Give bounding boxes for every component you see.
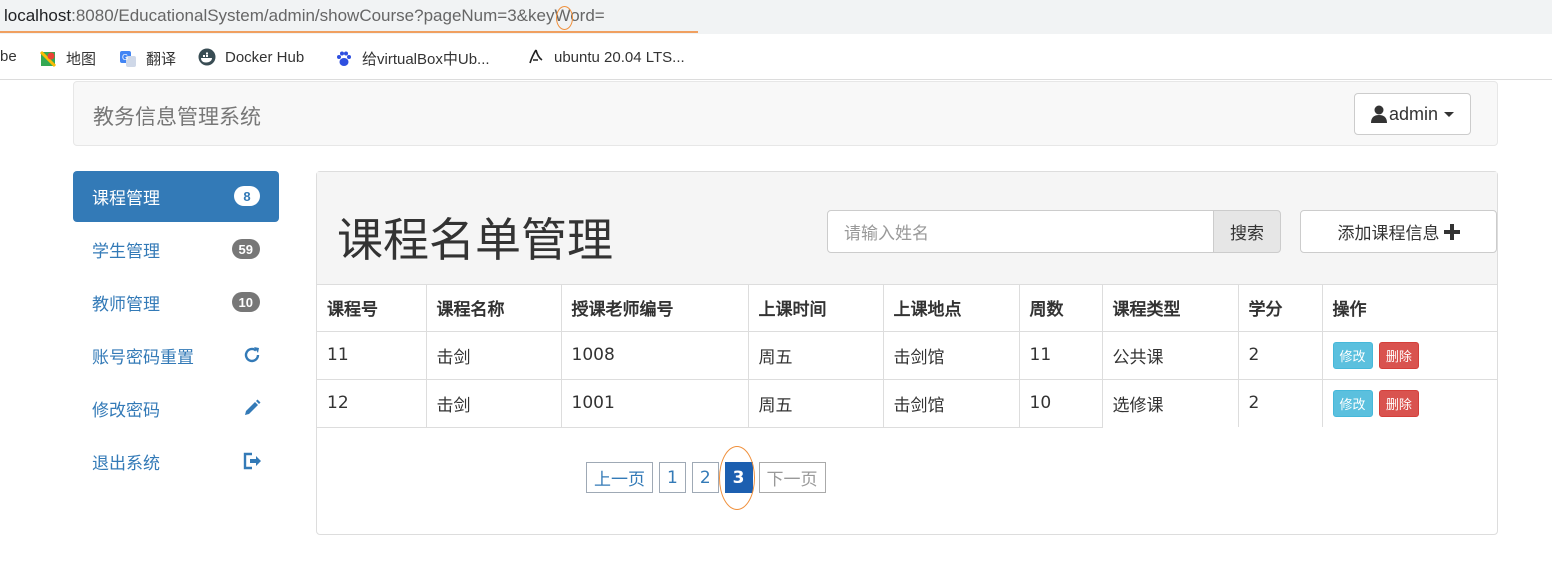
logout-icon bbox=[243, 452, 261, 470]
page-button-2[interactable]: 2 bbox=[691, 462, 719, 493]
bookmark-label: ubuntu 20.04 LTS... bbox=[554, 48, 685, 66]
table-cell: 11 bbox=[317, 331, 427, 380]
panel-header: 课程名单管理 请输入姓名 搜索 添加课程信息 bbox=[317, 172, 1497, 285]
table-cell: 公共课 bbox=[1102, 331, 1239, 380]
brand-title[interactable]: 教务信息管理系统 bbox=[93, 101, 261, 131]
address-bar[interactable]: localhost:8080/EducationalSystem/admin/s… bbox=[0, 0, 1552, 34]
actions-cell: 修改 删除 bbox=[1322, 379, 1497, 427]
sidebar-item-label: 课程管理 bbox=[92, 189, 160, 209]
search-button[interactable]: 搜索 bbox=[1213, 210, 1281, 253]
bookmark-label: 翻译 bbox=[146, 51, 177, 68]
table-cell: 击剑 bbox=[426, 331, 562, 380]
column-header: 操作 bbox=[1322, 285, 1497, 332]
table-cell: 选修课 bbox=[1102, 379, 1239, 427]
bookmark-label: 地图 bbox=[66, 51, 97, 68]
sidebar-item-change-password[interactable]: 修改密码 bbox=[73, 383, 279, 434]
column-header: 学分 bbox=[1238, 285, 1323, 332]
add-course-label: 添加课程信息 bbox=[1337, 224, 1440, 244]
table-cell: 2 bbox=[1238, 331, 1323, 380]
sidebar-item-label: 账号密码重置 bbox=[92, 348, 194, 368]
sidebar-item-label: 学生管理 bbox=[92, 242, 160, 262]
table-cell: 2 bbox=[1238, 379, 1323, 427]
bookmarks-bar: be 地图 G 翻译 Docker Hub 给virtualBox中Ub... … bbox=[0, 34, 1552, 80]
annotation-circle-url bbox=[556, 6, 573, 30]
next-page-button[interactable]: 下一页 bbox=[758, 462, 826, 493]
table-cell: 击剑馆 bbox=[883, 331, 1020, 380]
sidebar-item-label: 退出系统 bbox=[92, 454, 160, 474]
user-name: admin bbox=[1388, 103, 1439, 124]
table-cell: 10 bbox=[1019, 379, 1103, 428]
top-navbar: 教务信息管理系统 admin bbox=[73, 81, 1498, 146]
column-header: 课程类型 bbox=[1102, 285, 1239, 332]
bookmark-item[interactable]: Docker Hub bbox=[198, 48, 304, 66]
column-header: 上课时间 bbox=[748, 285, 884, 332]
edit-button[interactable]: 修改 bbox=[1332, 341, 1373, 369]
page-title: 课程名单管理 bbox=[337, 213, 613, 267]
count-badge: 8 bbox=[234, 186, 260, 206]
chevron-down-icon bbox=[1444, 111, 1455, 117]
course-panel: 课程名单管理 请输入姓名 搜索 添加课程信息 课程号 课程名称 授课老师编号 上… bbox=[316, 171, 1498, 535]
prev-page-button[interactable]: 上一页 bbox=[586, 462, 653, 493]
sidebar-item-course[interactable]: 课程管理 8 bbox=[73, 171, 279, 222]
count-badge: 59 bbox=[231, 239, 260, 259]
table-row: 11 击剑 1008 周五 击剑馆 11 公共课 2 修改 删除 bbox=[317, 331, 1497, 380]
plus-icon bbox=[1443, 223, 1460, 240]
column-header: 上课地点 bbox=[883, 285, 1020, 332]
user-dropdown-button[interactable]: admin bbox=[1354, 93, 1471, 135]
translate-icon: G bbox=[120, 50, 136, 67]
bookmark-item[interactable]: ubuntu 20.04 LTS... bbox=[527, 48, 685, 66]
table-cell: 11 bbox=[1019, 331, 1103, 380]
table-cell: 击剑馆 bbox=[883, 379, 1020, 428]
table-cell: 击剑 bbox=[426, 379, 562, 428]
column-header: 课程名称 bbox=[426, 285, 562, 332]
sidebar-item-label: 教师管理 bbox=[92, 295, 160, 315]
sidebar-item-label: 修改密码 bbox=[92, 401, 160, 421]
url-path: :8080/EducationalSystem/admin/showCourse… bbox=[71, 6, 605, 25]
annotation-circle-page bbox=[719, 446, 755, 510]
search-input[interactable]: 请输入姓名 bbox=[827, 210, 1214, 253]
table-cell: 1008 bbox=[561, 331, 749, 380]
sidebar-item-teacher[interactable]: 教师管理 10 bbox=[73, 277, 279, 328]
bookmark-item[interactable]: 给virtualBox中Ub... bbox=[335, 48, 490, 69]
sidebar: 课程管理 8 学生管理 59 教师管理 10 账号密码重置 修改密码 退出系统 bbox=[73, 171, 279, 489]
table-cell: 周五 bbox=[748, 379, 884, 428]
table-cell: 周五 bbox=[748, 331, 884, 380]
docker-icon bbox=[198, 48, 216, 66]
pencil-icon bbox=[245, 399, 261, 415]
url-host: localhost bbox=[4, 6, 72, 25]
delete-button[interactable]: 删除 bbox=[1378, 389, 1419, 417]
svg-text:G: G bbox=[122, 53, 128, 62]
table-cell: 12 bbox=[317, 379, 427, 428]
user-icon bbox=[1370, 105, 1387, 123]
delete-button[interactable]: 删除 bbox=[1378, 341, 1419, 369]
column-header: 周数 bbox=[1019, 285, 1103, 332]
bookmark-item[interactable]: 地图 bbox=[39, 48, 96, 69]
table-row: 12 击剑 1001 周五 击剑馆 10 选修课 2 修改 删除 bbox=[317, 379, 1497, 428]
url-annotation-underline bbox=[0, 31, 698, 33]
refresh-icon bbox=[244, 347, 260, 363]
url-text[interactable]: localhost:8080/EducationalSystem/admin/s… bbox=[4, 6, 605, 26]
sidebar-item-student[interactable]: 学生管理 59 bbox=[73, 224, 279, 275]
sidebar-item-logout[interactable]: 退出系统 bbox=[73, 436, 279, 487]
bookmark-label: be bbox=[0, 48, 17, 65]
column-header: 授课老师编号 bbox=[561, 285, 749, 332]
column-header: 课程号 bbox=[317, 285, 427, 332]
table-cell: 1001 bbox=[561, 379, 749, 428]
course-table: 课程号 课程名称 授课老师编号 上课时间 上课地点 周数 课程类型 学分 操作 … bbox=[317, 285, 1497, 428]
pagination: 上一页 1 2 3 下一页 bbox=[586, 462, 826, 493]
edit-button[interactable]: 修改 bbox=[1332, 389, 1373, 417]
baidu-paw-icon bbox=[337, 51, 351, 66]
bookmark-label: Docker Hub bbox=[225, 48, 305, 66]
maps-icon bbox=[39, 50, 57, 67]
sidebar-item-reset-password[interactable]: 账号密码重置 bbox=[73, 330, 279, 381]
bookmark-item[interactable]: be bbox=[0, 48, 17, 65]
count-badge: 10 bbox=[231, 292, 260, 312]
bookmark-label: 给virtualBox中Ub... bbox=[362, 51, 490, 68]
page-button-1[interactable]: 1 bbox=[659, 462, 686, 493]
ubuntu-icon bbox=[529, 49, 543, 64]
actions-cell: 修改 删除 bbox=[1322, 331, 1497, 380]
bookmark-item[interactable]: G 翻译 bbox=[119, 48, 176, 69]
add-course-button[interactable]: 添加课程信息 bbox=[1300, 210, 1497, 253]
table-header-row: 课程号 课程名称 授课老师编号 上课时间 上课地点 周数 课程类型 学分 操作 bbox=[317, 285, 1497, 332]
